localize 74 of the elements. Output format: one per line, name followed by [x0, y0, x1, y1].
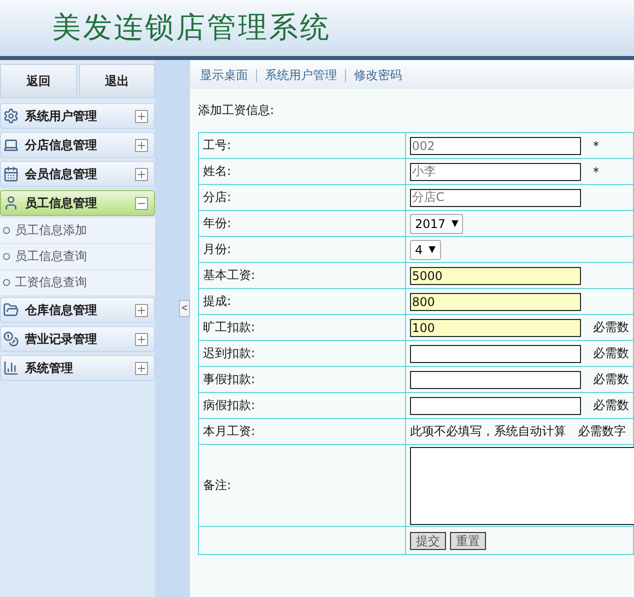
- expand-icon: [135, 362, 148, 374]
- field-label: 月份:: [203, 241, 232, 258]
- field-label: 本月工资:: [203, 423, 256, 440]
- input-field[interactable]: [410, 396, 581, 414]
- form-title: 添加工资信息:: [197, 102, 276, 119]
- folder-icon: [3, 302, 19, 318]
- coins-icon: [3, 331, 19, 347]
- field-label: 工号:: [203, 137, 232, 154]
- field-label: 备注:: [203, 477, 232, 494]
- app-title: 美发连锁店管理系统: [52, 9, 331, 46]
- menu-item[interactable]: 仓库信息管理: [0, 297, 155, 323]
- menu-label: 系统用户管理: [25, 108, 98, 124]
- gear-icon: [3, 108, 19, 124]
- input-field[interactable]: 小李: [410, 162, 581, 180]
- menu-item[interactable]: 系统管理: [0, 355, 155, 381]
- menu-label: 分店信息管理: [25, 136, 98, 154]
- calendar-icon: [3, 166, 19, 182]
- hint-text: 必需数: [593, 319, 629, 336]
- laptop-icon: [3, 137, 19, 153]
- hint-text: *: [593, 164, 599, 178]
- submit-button[interactable]: 提交: [410, 532, 446, 550]
- field-label: 分店:: [203, 189, 232, 206]
- menu-item[interactable]: 营业记录管理: [0, 326, 155, 352]
- menu-label: 会员信息管理: [25, 166, 98, 182]
- collapse-icon: [135, 196, 148, 210]
- menu-item[interactable]: 会员信息管理: [0, 161, 155, 187]
- dropdown[interactable]: 4 ▼: [410, 240, 441, 260]
- dropdown[interactable]: 2017 ▼: [410, 214, 464, 234]
- submenu-item[interactable]: 工资信息查询: [0, 270, 155, 296]
- note-text: 此项不必填写，系统自动计算: [410, 423, 566, 440]
- expand-icon: [135, 332, 148, 346]
- hint-text: 必需数: [593, 345, 629, 362]
- hint-text: 必需数字: [578, 423, 626, 440]
- menu-label: 营业记录管理: [25, 330, 98, 348]
- field-label: 提成:: [203, 293, 232, 310]
- expand-icon: [135, 304, 148, 316]
- submenu-item[interactable]: 员工信息查询: [0, 244, 155, 270]
- nav-link[interactable]: 系统用户管理: [265, 66, 337, 84]
- nav-link[interactable]: 显示桌面: [200, 66, 248, 84]
- field-label: 迟到扣款:: [203, 345, 256, 362]
- hint-text: *: [593, 138, 599, 152]
- field-label: 年份:: [203, 215, 232, 232]
- menu-item[interactable]: 系统用户管理: [0, 103, 155, 129]
- bar-chart-icon: [3, 360, 19, 376]
- menu-label: 员工信息管理: [25, 194, 98, 212]
- nav-link[interactable]: 修改密码: [354, 66, 402, 84]
- hint-text: 必需数: [593, 397, 629, 414]
- logout-button[interactable]: 退出: [78, 64, 155, 98]
- input-field[interactable]: [410, 344, 581, 362]
- person-icon: [3, 195, 19, 211]
- input-field[interactable]: [410, 370, 581, 388]
- back-button[interactable]: 返回: [0, 64, 76, 98]
- menu-label: 系统管理: [25, 360, 74, 376]
- hint-text: 必需数: [593, 371, 629, 388]
- input-field[interactable]: 5000: [410, 266, 581, 284]
- menu-label: 仓库信息管理: [25, 302, 98, 318]
- menu-item[interactable]: 员工信息管理: [0, 190, 155, 216]
- expand-icon: [135, 138, 148, 152]
- expand-icon: [135, 168, 148, 180]
- input-field[interactable]: 002: [410, 136, 581, 154]
- expand-icon: [135, 110, 148, 122]
- field-label: 基本工资:: [203, 267, 256, 284]
- input-field[interactable]: 分店C: [410, 188, 581, 206]
- remarks-field[interactable]: [410, 446, 634, 524]
- reset-button[interactable]: 重置: [450, 532, 486, 550]
- collapse-toggle[interactable]: <: [179, 300, 190, 317]
- input-field[interactable]: 800: [410, 292, 581, 310]
- field-label: 姓名:: [203, 163, 232, 180]
- field-label: 事假扣款:: [203, 371, 256, 388]
- menu-item[interactable]: 分店信息管理: [0, 132, 155, 158]
- field-label: 病假扣款:: [203, 397, 256, 414]
- field-label: 旷工扣款:: [203, 319, 256, 336]
- submenu-item[interactable]: 员工信息添加: [0, 218, 155, 244]
- input-field[interactable]: 100: [410, 318, 581, 336]
